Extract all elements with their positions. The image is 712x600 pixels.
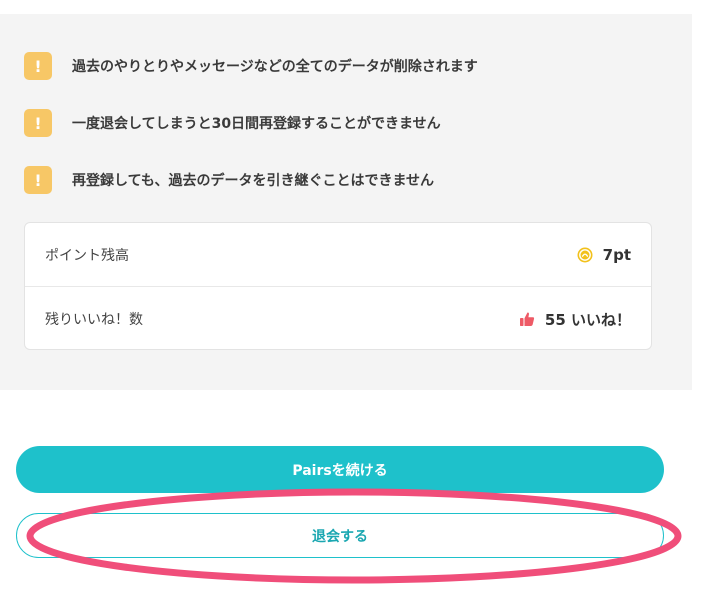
warning-item: ! 一度退会してしまうと30日間再登録することができません	[24, 109, 441, 137]
remaining-likes-value-group: 55 いいね！	[519, 309, 631, 330]
thumbs-up-icon	[519, 312, 534, 326]
withdraw-button[interactable]: 退会する	[16, 513, 664, 558]
warning-text: 一度退会してしまうと30日間再登録することができません	[72, 116, 441, 132]
points-balance-row: ポイント残高 7pt	[25, 223, 651, 287]
remaining-likes-row: 残りいいね！数 55 いいね！	[25, 287, 651, 351]
withdrawal-info-panel: ! 過去のやりとりやメッセージなどの全てのデータが削除されます ! 一度退会して…	[0, 14, 692, 390]
warning-text: 再登録しても、過去のデータを引き継ぐことはできません	[72, 173, 435, 189]
warning-item: ! 過去のやりとりやメッセージなどの全てのデータが削除されます	[24, 52, 478, 80]
warning-text: 過去のやりとりやメッセージなどの全てのデータが削除されます	[72, 59, 478, 75]
warning-icon: !	[24, 52, 52, 80]
warning-icon: !	[24, 109, 52, 137]
continue-pairs-button[interactable]: Pairsを続ける	[16, 446, 664, 493]
points-balance-label: ポイント残高	[45, 247, 129, 264]
warning-icon: !	[24, 166, 52, 194]
account-balance-card: ポイント残高 7pt 残りいいね！数 55 いいね！	[24, 222, 652, 350]
coin-icon	[577, 247, 593, 262]
points-balance-value-group: 7pt	[577, 246, 631, 264]
remaining-likes-value: 55 いいね！	[544, 310, 631, 329]
points-balance-value: 7pt	[602, 245, 631, 264]
warning-item: ! 再登録しても、過去のデータを引き継ぐことはできません	[24, 166, 434, 194]
remaining-likes-label: 残りいいね！数	[45, 312, 143, 328]
